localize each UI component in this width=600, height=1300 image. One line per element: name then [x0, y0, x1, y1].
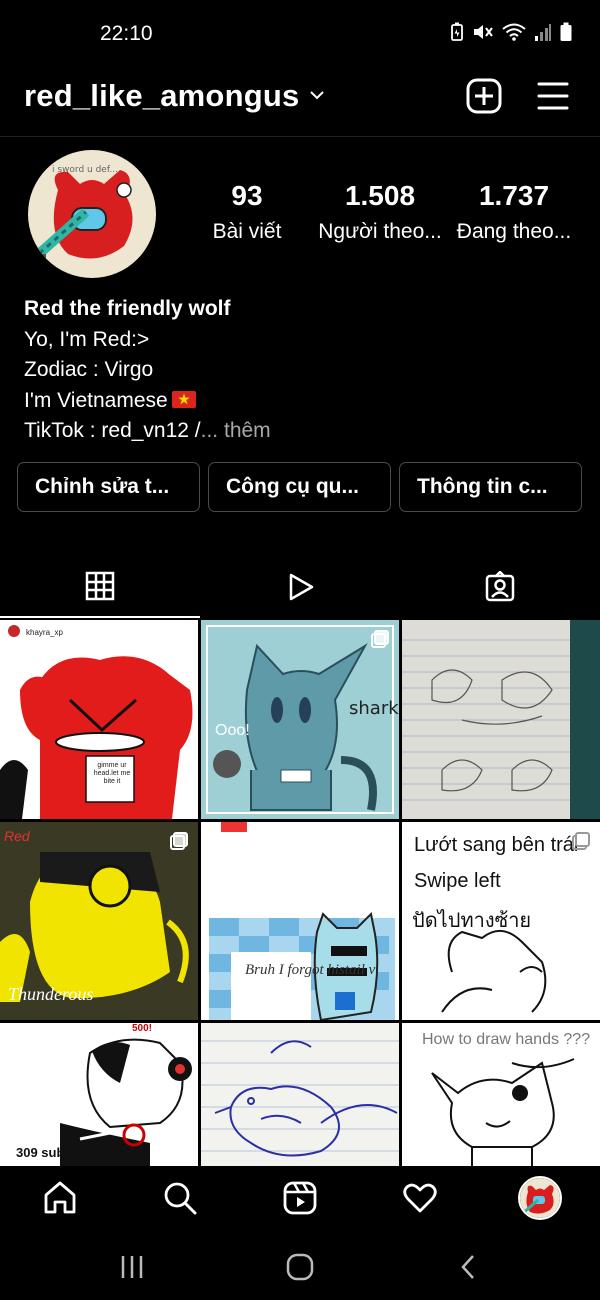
- wifi-icon: [502, 23, 526, 41]
- profile-tabs: [0, 556, 600, 618]
- tab-posts-grid[interactable]: [0, 556, 200, 618]
- multiple-images-icon: [371, 630, 389, 648]
- reels-icon: [283, 1181, 317, 1215]
- post-thumbnail[interactable]: Red Thunderous: [0, 822, 198, 1020]
- post-drawing-text: 309 sub: [16, 1145, 65, 1160]
- post-drawing-text: Ooo!: [215, 722, 250, 739]
- heart-icon: [403, 1183, 437, 1213]
- recent-apps-icon: [121, 1256, 143, 1278]
- bio-more-link[interactable]: ... thêm: [201, 419, 271, 442]
- signal-icon: [535, 24, 551, 41]
- nav-search[interactable]: [160, 1178, 200, 1218]
- contact-info-button[interactable]: Thông tin c...: [399, 462, 582, 512]
- vietnam-flag-icon: [171, 390, 196, 408]
- following-count-label: Đang theo...: [456, 220, 572, 243]
- post-thumbnail[interactable]: 500! 309 sub: [0, 1023, 198, 1166]
- bio-line: Zodiac : Virgo: [24, 358, 154, 381]
- post-thumbnail[interactable]: [201, 1023, 399, 1166]
- multiple-images-icon: [170, 832, 188, 850]
- post-thumbnail[interactable]: How to draw hands ???: [402, 1023, 600, 1166]
- create-post-icon[interactable]: [464, 76, 504, 116]
- post-drawing-text: 500!: [132, 1023, 153, 1034]
- system-back-button[interactable]: [448, 1252, 488, 1282]
- post-drawing-text: Bruh I forgot histail v: [245, 962, 376, 978]
- post-thumbnail[interactable]: sharko Ooo!: [201, 620, 399, 819]
- post-thumbnail[interactable]: Bruh I forgot histail v: [201, 822, 399, 1020]
- tab-tagged[interactable]: [400, 556, 600, 618]
- nav-profile-avatar[interactable]: [518, 1176, 562, 1220]
- post-drawing-text: Thunderous: [8, 984, 94, 1004]
- followers-count-value: 1.508: [344, 180, 416, 211]
- reels-play-icon: [289, 573, 314, 601]
- posts-count-value: 93: [231, 180, 263, 211]
- tab-reels[interactable]: [200, 556, 400, 618]
- bio-line-text: I'm Vietnamese: [24, 388, 168, 412]
- status-time: 22:10: [100, 22, 153, 45]
- followers-count-label: Người theo...: [318, 220, 442, 243]
- nav-activity[interactable]: [400, 1178, 440, 1218]
- svg-text:i sword u def...: i sword u def...: [52, 165, 118, 175]
- following-count-value: 1.737: [478, 180, 550, 211]
- system-home-button[interactable]: [280, 1252, 320, 1282]
- post-drawing-text: gimme ur head.let me bite it: [93, 762, 131, 785]
- post-drawing-text: sharko: [349, 698, 399, 719]
- edit-profile-button[interactable]: Chỉnh sửa t...: [17, 462, 200, 512]
- menu-icon[interactable]: [533, 76, 573, 116]
- followers-count[interactable]: 1.508 Người theo...: [316, 180, 444, 244]
- system-navigation-bar: [0, 1232, 600, 1300]
- username[interactable]: red_like_amongus: [24, 78, 299, 114]
- profile-bio: Red the friendly wolf Yo, I'm Red:> Zodi…: [24, 294, 584, 447]
- bio-line-text: TikTok : red_vn12 /: [24, 419, 201, 442]
- system-home-icon: [286, 1253, 314, 1281]
- status-bar: 22:10: [0, 0, 600, 70]
- back-icon: [461, 1255, 474, 1279]
- tagged-person-icon: [485, 571, 515, 602]
- multiple-images-icon: [572, 832, 590, 850]
- status-icons: [450, 22, 572, 42]
- posts-grid: khayra_xp gimme ur head.let me bite it s…: [0, 620, 600, 1166]
- professional-tools-button[interactable]: Công cụ qu...: [208, 462, 391, 512]
- bio-line: Yo, I'm Red:>: [24, 327, 150, 351]
- following-count[interactable]: 1.737 Đang theo...: [452, 180, 576, 244]
- post-thumbnail[interactable]: khayra_xp gimme ur head.let me bite it: [0, 620, 198, 819]
- bio-line: I'm Vietnamese: [24, 386, 584, 417]
- multiple-images-icon: [170, 1033, 188, 1051]
- chevron-down-icon[interactable]: [308, 88, 326, 102]
- recent-apps-button[interactable]: [112, 1252, 152, 1282]
- bottom-nav: [0, 1166, 600, 1232]
- battery-saver-icon: [451, 22, 463, 41]
- battery-icon: [560, 22, 572, 41]
- posts-count-label: Bài viết: [212, 220, 282, 243]
- post-header-text: khayra_xp: [26, 628, 63, 637]
- post-thumbnail[interactable]: [402, 620, 600, 819]
- display-name: Red the friendly wolf: [24, 297, 231, 320]
- posts-count[interactable]: 93 Bài viết: [200, 180, 294, 244]
- nav-reels[interactable]: [280, 1178, 320, 1218]
- grid-icon: [85, 571, 115, 601]
- nav-home[interactable]: [40, 1178, 80, 1218]
- search-icon: [164, 1182, 197, 1215]
- mute-icon: [474, 25, 493, 39]
- post-thumbnail[interactable]: Lướt sang bên trái Swipe left ปัดไปทางซ้…: [402, 822, 600, 1020]
- multiple-images-icon: [170, 630, 188, 648]
- profile-avatar[interactable]: i sword u def...: [28, 150, 156, 278]
- home-icon: [44, 1181, 76, 1214]
- header-divider: [0, 136, 600, 137]
- profile-header: red_like_amongus: [0, 70, 600, 136]
- bio-line: TikTok : red_vn12 /... thêm: [24, 416, 584, 447]
- post-drawing-text: Red: [4, 828, 30, 844]
